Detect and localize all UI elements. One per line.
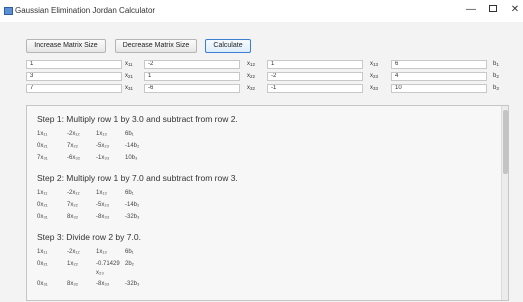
vertical-scrollbar[interactable] — [501, 106, 508, 300]
variable-label: x11 — [125, 61, 133, 67]
matrix-term: -8x₃₃ — [96, 214, 110, 220]
matrix-term: 10b₃ — [125, 155, 138, 161]
matrix-term: 1x₁₁ — [37, 190, 48, 196]
calculate-button[interactable]: Calculate — [205, 39, 251, 53]
variable-label: x12 — [247, 61, 256, 67]
constant-field[interactable]: 6 — [391, 60, 487, 69]
step-title: Step 2: Multiply row 1 by 7.0 and subtra… — [37, 173, 238, 183]
matrix-term: 1x₁₃ — [96, 190, 107, 196]
coefficient-field[interactable]: 1 — [26, 60, 122, 69]
matrix-term: 7x₂₂ — [67, 202, 78, 208]
coefficient-field[interactable]: -2 — [144, 60, 240, 69]
matrix-term: 0x₂₁ — [37, 202, 48, 208]
matrix-term: 8x₃₂ — [67, 214, 79, 220]
matrix-term: 0x₂₁ — [37, 261, 48, 267]
matrix-term: -2x₁₂ — [67, 190, 80, 196]
matrix-term: 1x₂₂ — [67, 261, 78, 267]
matrix-term: 1x₁₃ — [96, 249, 107, 255]
matrix-term: 6b₁ — [125, 131, 134, 137]
matrix-term: -1x₃₃ — [96, 155, 110, 161]
matrix-term: 7x₃₁ — [37, 155, 48, 161]
matrix-term: 6b₁ — [125, 249, 134, 255]
constant-field[interactable]: 10 — [391, 84, 487, 93]
coefficient-field[interactable]: 1 — [144, 72, 240, 81]
variable-label: x21 — [125, 73, 134, 79]
matrix-term: 0x₂₁ — [37, 143, 48, 149]
matrix-term: 1x₁₃ — [96, 131, 107, 137]
variable-label: x22 — [247, 73, 256, 79]
step-title: Step 1: Multiply row 1 by 3.0 and subtra… — [37, 114, 238, 124]
variable-label: x32 — [247, 85, 256, 91]
matrix-term: -6x₃₂ — [67, 155, 81, 161]
matrix-term: -8x₃₃ — [96, 281, 110, 287]
coefficient-field[interactable]: -2 — [267, 72, 363, 81]
variable-label: x33 — [370, 85, 379, 91]
matrix-term: -32b₃ — [125, 214, 140, 220]
minimize-button[interactable]: — — [464, 3, 478, 17]
maximize-icon — [489, 5, 497, 12]
maximize-button[interactable] — [486, 3, 500, 17]
decrease-matrix-size-button[interactable]: Decrease Matrix Size — [115, 39, 197, 53]
matrix-term: 2b₂ — [125, 261, 135, 267]
matrix-term: -0.71429 — [96, 261, 120, 267]
window-title: Gaussian Elimination Jordan Calculator — [15, 6, 156, 15]
constant-label: b2 — [493, 73, 499, 79]
coefficient-field[interactable]: 1 — [267, 60, 363, 69]
variable-label: x13 — [370, 61, 379, 67]
matrix-term: 0x₃₁ — [37, 281, 48, 287]
matrix-term: 1x₁₁ — [37, 131, 48, 137]
coefficient-field[interactable]: -6 — [144, 84, 240, 93]
step-title: Step 3: Divide row 2 by 7.0. — [37, 232, 141, 242]
constant-field[interactable]: 4 — [391, 72, 487, 81]
app-client-area: Increase Matrix Size Decrease Matrix Siz… — [0, 22, 523, 302]
matrix-term: 7x₂₂ — [67, 143, 78, 149]
scrollbar-thumb[interactable] — [503, 110, 508, 174]
coefficient-field[interactable]: 7 — [26, 84, 122, 93]
constant-label: b1 — [493, 61, 499, 67]
matrix-term: -14b₂ — [125, 143, 140, 149]
matrix-term: -5x₂₃ — [96, 143, 110, 149]
matrix-term: 8x₃₂ — [67, 281, 79, 287]
app-icon — [4, 7, 13, 15]
increase-matrix-size-button[interactable]: Increase Matrix Size — [26, 39, 106, 53]
variable-label: x31 — [125, 85, 134, 91]
constant-label: b3 — [493, 85, 499, 91]
coefficient-field[interactable]: 3 — [26, 72, 122, 81]
matrix-term: 1x₁₁ — [37, 249, 48, 255]
matrix-term: -2x₁₂ — [67, 131, 80, 137]
matrix-term: x₂₃ — [96, 270, 104, 276]
matrix-term: -14b₂ — [125, 202, 140, 208]
matrix-term: 6b₁ — [125, 190, 134, 196]
variable-label: x23 — [370, 73, 379, 79]
matrix-term: -32b₃ — [125, 281, 140, 287]
matrix-term: 0x₃₁ — [37, 214, 48, 220]
matrix-term: -5x₂₃ — [96, 202, 110, 208]
close-button[interactable]: ✕ — [508, 3, 522, 17]
title-bar: Gaussian Elimination Jordan Calculator —… — [0, 0, 523, 22]
solution-output-area[interactable]: Step 1: Multiply row 1 by 3.0 and subtra… — [26, 105, 509, 301]
coefficient-field[interactable]: -1 — [267, 84, 363, 93]
matrix-term: -2x₁₂ — [67, 249, 80, 255]
